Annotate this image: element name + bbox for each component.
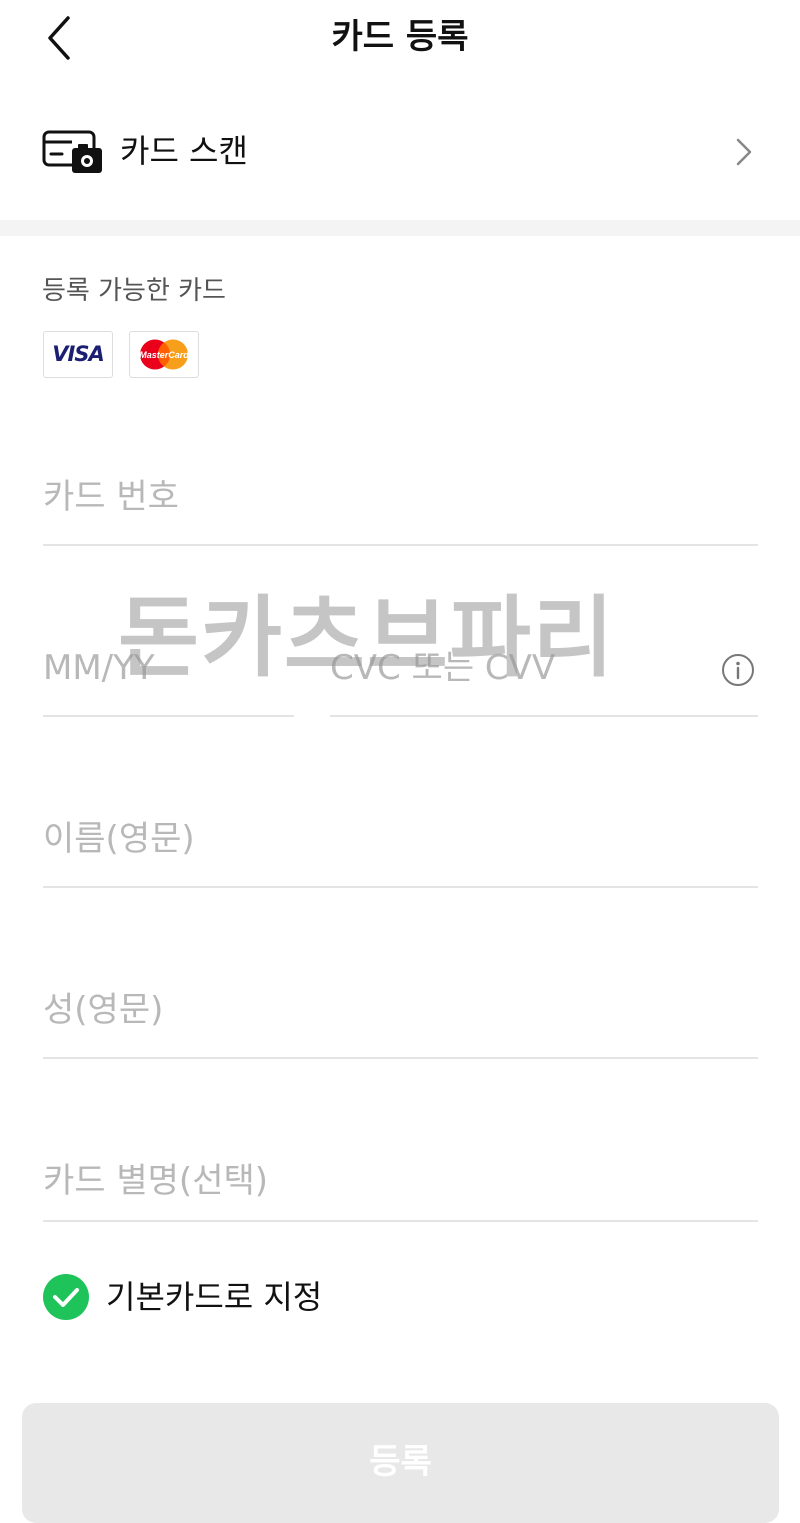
default-card-label: 기본카드로 지정 — [106, 1278, 323, 1316]
chevron-right-icon — [732, 136, 756, 168]
card-scan-label: 카드 스캔 — [120, 132, 248, 170]
card-camera-icon — [42, 128, 104, 176]
card-number-field[interactable]: 카드 번호 — [43, 474, 758, 546]
visa-logo-text: VISA — [52, 342, 104, 366]
card-number-placeholder: 카드 번호 — [43, 477, 179, 517]
default-card-checkbox[interactable]: 기본카드로 지정 — [42, 1272, 362, 1322]
page-title: 카드 등록 — [331, 17, 469, 57]
last-name-field[interactable]: 성(영문) — [43, 987, 758, 1059]
expiry-placeholder: MM/YY — [43, 648, 155, 688]
card-alias-field[interactable]: 카드 별명(선택) — [43, 1158, 758, 1222]
header-bar: 카드 등록 — [0, 0, 800, 80]
cvc-placeholder: CVC 또는 CVV — [330, 648, 556, 688]
last-name-placeholder: 성(영문) — [43, 990, 164, 1030]
field-underline — [43, 1220, 758, 1222]
field-underline — [43, 1057, 758, 1059]
card-alias-placeholder: 카드 별명(선택) — [43, 1161, 269, 1201]
field-underline — [330, 715, 758, 717]
register-button[interactable]: 등록 — [22, 1403, 779, 1523]
check-circle-icon — [42, 1273, 90, 1321]
first-name-placeholder: 이름(영문) — [43, 819, 195, 859]
field-underline — [43, 544, 758, 546]
register-button-label: 등록 — [369, 1442, 432, 1482]
cvc-field[interactable]: CVC 또는 CVV — [330, 645, 758, 717]
first-name-field[interactable]: 이름(영문) — [43, 816, 758, 888]
field-underline — [43, 886, 758, 888]
visa-logo: VISA — [43, 331, 113, 378]
info-icon[interactable] — [721, 653, 755, 687]
mastercard-logo: MasterCard — [129, 331, 199, 378]
expiry-field[interactable]: MM/YY — [43, 645, 294, 717]
field-underline — [43, 715, 294, 717]
section-divider — [0, 220, 800, 236]
accepted-cards-label: 등록 가능한 카드 — [42, 276, 226, 306]
card-scan-row[interactable]: 카드 스캔 — [0, 102, 800, 202]
mastercard-logo-text: MasterCard — [139, 350, 189, 360]
